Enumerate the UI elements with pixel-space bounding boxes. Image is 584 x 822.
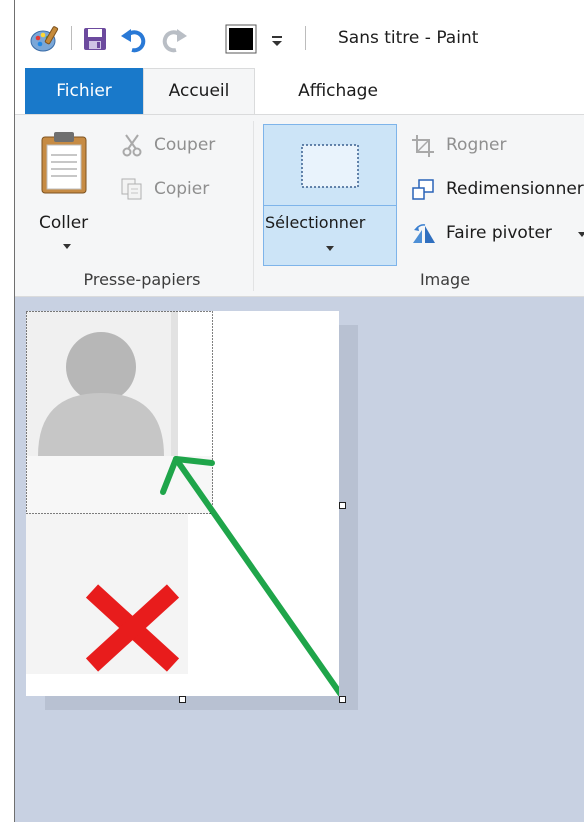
group-label-clipboard: Presse-papiers: [83, 270, 201, 289]
color-swatch-icon[interactable]: [225, 24, 257, 54]
save-icon[interactable]: [81, 24, 109, 54]
selection-rect-icon: [300, 143, 360, 193]
copy-button[interactable]: Copier: [115, 177, 245, 203]
canvas-drawing: [26, 311, 339, 696]
paste-label: Coller: [39, 213, 89, 233]
select-dropdown-icon[interactable]: [326, 246, 334, 251]
title-bar: Sans titre - Paint: [15, 0, 584, 68]
cut-button[interactable]: Couper: [115, 133, 245, 159]
rotate-icon: [411, 222, 437, 250]
select-button-split: [264, 205, 396, 206]
select-label: Sélectionner: [265, 213, 366, 232]
qat-separator: [71, 26, 72, 50]
cut-label: Couper: [154, 135, 216, 155]
clipboard-icon: [39, 131, 89, 199]
resize-label: Redimensionner: [446, 179, 584, 199]
tab-affichage[interactable]: Affichage: [283, 68, 393, 114]
copy-label: Copier: [154, 179, 210, 199]
ribbon-home: Coller Couper Copier Presse-papiers Séle…: [15, 114, 584, 297]
paste-button[interactable]: Coller: [27, 123, 105, 263]
copy-icon: [119, 177, 145, 205]
crop-label: Rogner: [446, 135, 507, 155]
canvas-resize-handle-bottom[interactable]: [179, 696, 186, 703]
rotate-dropdown-icon[interactable]: [578, 232, 584, 237]
group-separator: [253, 121, 254, 291]
crop-icon: [411, 134, 435, 162]
resize-button[interactable]: Redimensionner: [407, 177, 584, 203]
group-label-image: Image: [419, 270, 471, 289]
rejected-image-placeholder: [26, 514, 188, 674]
crop-button[interactable]: Rogner: [407, 133, 577, 159]
customize-qat-icon[interactable]: [269, 24, 285, 54]
scissors-icon: [121, 133, 143, 161]
paste-dropdown-icon[interactable]: [63, 244, 71, 249]
redo-icon[interactable]: [159, 24, 189, 54]
canvas-resize-handle-right[interactable]: [339, 502, 346, 509]
drawing-canvas[interactable]: [26, 311, 339, 696]
window-title: Sans titre - Paint: [338, 28, 479, 48]
undo-icon[interactable]: [119, 24, 149, 54]
select-button[interactable]: Sélectionner: [263, 124, 397, 266]
tab-accueil[interactable]: Accueil: [143, 68, 255, 115]
paint-window: Sans titre - Paint Fichier Accueil Affic…: [0, 0, 584, 822]
avatar-placeholder: [26, 311, 213, 514]
resize-icon: [411, 178, 435, 206]
canvas-workspace[interactable]: [15, 297, 584, 822]
rotate-button[interactable]: Faire pivoter: [407, 221, 584, 247]
paint-app-icon[interactable]: [29, 24, 61, 54]
canvas-resize-handle-corner[interactable]: [339, 696, 346, 703]
tab-fichier[interactable]: Fichier: [25, 68, 143, 114]
rotate-label: Faire pivoter: [446, 223, 552, 243]
ribbon-tabs: Fichier Accueil Affichage: [15, 68, 584, 115]
title-separator: [305, 26, 306, 50]
